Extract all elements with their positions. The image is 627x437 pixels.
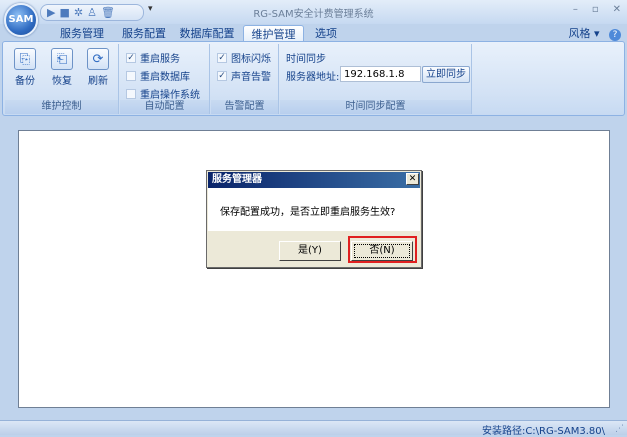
restart-service-label: 重启服务 [140,54,180,65]
refresh-label: 刷新 [88,76,108,87]
restart-service-checkbox[interactable]: ✓ 重启服务 [126,50,180,65]
icon-flash-label: 图标闪烁 [231,54,271,65]
checkbox-restart-database [126,70,136,81]
server-address-input[interactable] [340,66,421,82]
checkbox-icon-flash: ✓ [217,52,227,63]
resize-grip-icon[interactable]: ⋰ [615,424,624,434]
backup-icon: ⎘ [14,48,36,70]
minimize-button[interactable]: – [573,4,578,15]
checkbox-restart-service: ✓ [126,52,136,63]
chevron-down-icon: ▾ [593,27,600,40]
style-menu-label: 风格 [568,27,591,40]
window-controls: – ▫ ✕ [573,4,621,15]
backup-button[interactable]: ⎘ 备份 [10,48,40,87]
checkbox-restart-os [126,88,136,99]
tab-database-config[interactable]: 数据库配置 [176,25,238,42]
sound-alert-checkbox[interactable]: ✓ 声音告警 [217,68,271,83]
restart-database-checkbox[interactable]: 重启数据库 [126,68,190,83]
restore-button[interactable]: ⎗ 恢复 [47,48,77,87]
checkbox-sound-alert: ✓ [217,70,227,81]
group-label-time-sync: 时间同步配置 [280,100,471,114]
no-button-highlight [348,236,417,263]
restart-os-checkbox[interactable]: 重启操作系统 [126,86,200,101]
restart-os-label: 重启操作系统 [140,90,200,101]
dialog-message: 保存配置成功，是否立即重启服务生效? [220,207,396,218]
group-auto-config: ✓ 重启服务 重启数据库 重启操作系统 自动配置 [120,44,210,114]
refresh-button[interactable]: ⟳ 刷新 [83,48,113,87]
tab-service-config[interactable]: 服务配置 [114,25,174,42]
ribbon-panel: ⎘ 备份 ⎗ 恢复 ⟳ 刷新 维护控制 ✓ 重启服务 重启数据库 重启操作系统 … [2,41,625,116]
group-label-auto: 自动配置 [120,100,209,114]
tab-maintenance[interactable]: 维护管理 [243,25,304,42]
app-orb-button[interactable]: SAM [4,3,38,37]
backup-label: 备份 [15,76,35,87]
dialog-title: 服务管理器 [208,172,420,188]
icon-flash-checkbox[interactable]: ✓ 图标闪烁 [217,50,271,65]
group-label-maintenance: 维护控制 [5,100,118,114]
sync-now-button[interactable]: 立即同步 [422,66,470,83]
tab-options[interactable]: 选项 [306,25,346,42]
server-address-label: 服务器地址: [286,72,340,83]
status-bar: 安装路径:C:\RG-SAM3.80\ ⋰ [0,420,627,437]
yes-button[interactable]: 是(Y) [279,241,341,261]
dialog-body: 保存配置成功，是否立即重启服务生效? [208,188,420,231]
restore-button[interactable]: ▫ [592,4,599,15]
title-bar: ▶ ■ ✲ ♙ 🗑 ▾ RG-SAM安全计费管理系统 – ▫ ✕ [0,0,627,24]
window-title: RG-SAM安全计费管理系统 [253,9,374,20]
group-alert-config: ✓ 图标闪烁 ✓ 声音告警 告警配置 [211,44,279,114]
group-maintenance-control: ⎘ 备份 ⎗ 恢复 ⟳ 刷新 维护控制 [5,44,119,114]
restart-database-label: 重启数据库 [140,72,190,83]
time-sync-heading: 时间同步 [286,54,326,65]
ribbon-tabs: 服务管理 服务配置 数据库配置 维护管理 选项 风格 ▾ ? [0,24,627,42]
restore-icon: ⎗ [51,48,73,70]
restore-label: 恢复 [52,76,72,87]
sound-alert-label: 声音告警 [231,72,271,83]
style-menu[interactable]: 风格 ▾ ? [568,25,621,41]
help-icon[interactable]: ? [609,29,621,41]
tab-service-management[interactable]: 服务管理 [52,25,112,42]
group-time-sync: 时间同步 服务器地址: 立即同步 时间同步配置 [280,44,472,114]
refresh-icon: ⟳ [87,48,109,70]
group-label-alert: 告警配置 [211,100,278,114]
close-icon[interactable]: ✕ [406,173,419,185]
close-button[interactable]: ✕ [613,4,621,15]
